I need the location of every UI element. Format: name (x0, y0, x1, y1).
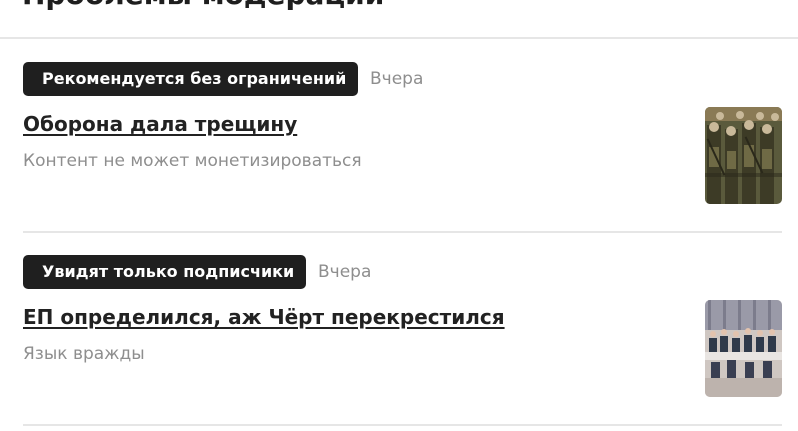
post-date: Вчера (318, 262, 372, 282)
moderation-reason: Контент не может монетизироваться (23, 151, 362, 171)
soldiers-parade-image (705, 107, 782, 204)
post-title-link[interactable]: Оборона дала трещину (23, 112, 297, 136)
item-divider (23, 231, 782, 233)
page-title: Проблемы модерации (22, 0, 384, 11)
conference-hall-thumbnail[interactable] (705, 300, 782, 397)
item-divider (23, 424, 782, 426)
status-badge: Увидят только подписчики (23, 255, 306, 289)
soldiers-parade-thumbnail[interactable] (705, 107, 782, 204)
post-meta: Увидят только подписчики Вчера (23, 255, 782, 289)
moderation-page: Проблемы модерации Рекомендуется без огр… (0, 0, 798, 431)
conference-hall-image (705, 300, 782, 397)
moderation-reason: Язык вражды (23, 344, 145, 364)
post-title-link[interactable]: ЕП определился, аж Чёрт перекрестился (23, 305, 505, 329)
status-badge: Рекомендуется без ограничений (23, 62, 358, 96)
post-meta: Рекомендуется без ограничений Вчера (23, 62, 782, 96)
header-divider (0, 37, 798, 39)
post-item: Увидят только подписчики Вчера ЕП опреде… (23, 255, 782, 397)
post-item: Рекомендуется без ограничений Вчера Обор… (23, 62, 782, 204)
post-date: Вчера (370, 69, 424, 89)
